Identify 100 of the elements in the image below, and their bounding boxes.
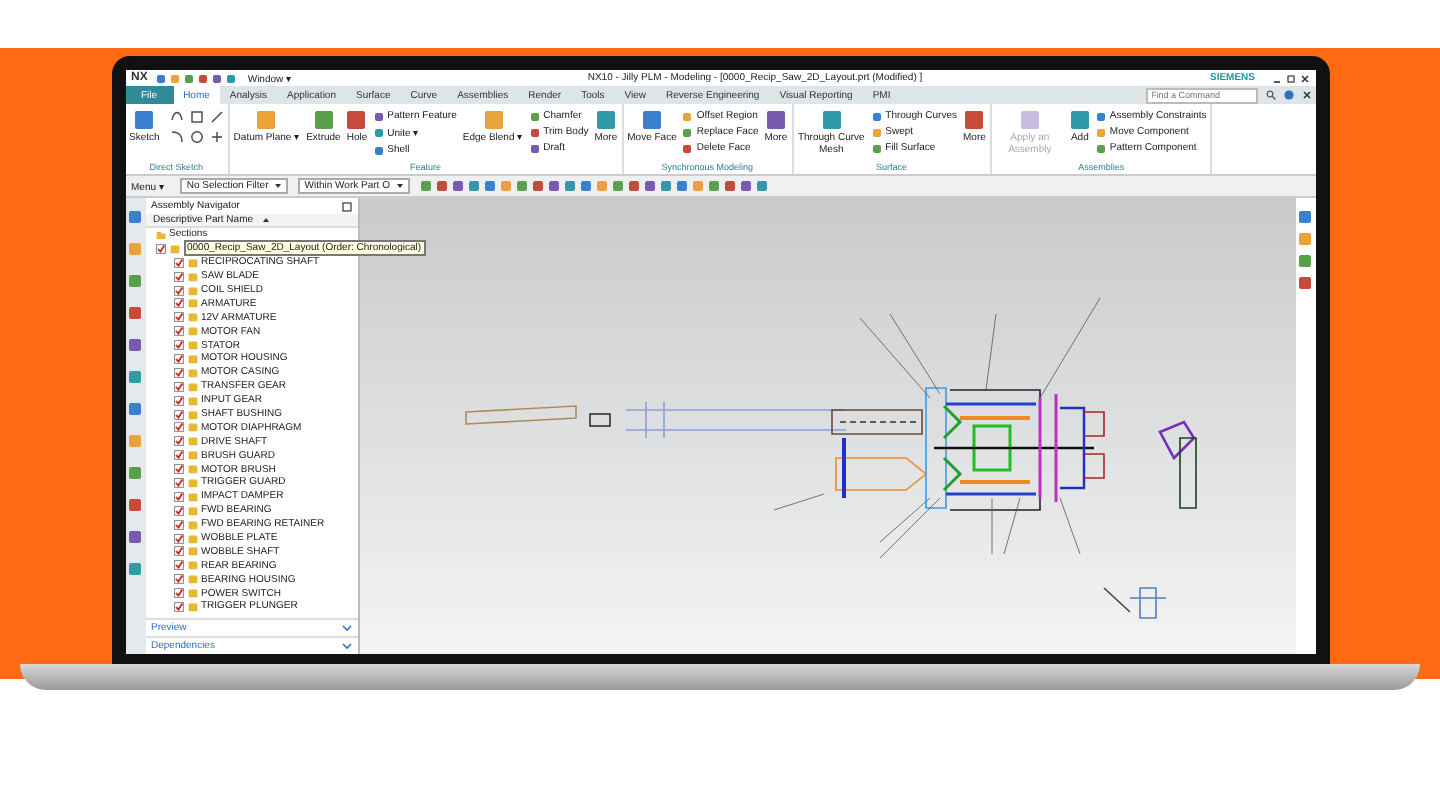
square-icon[interactable] — [373, 145, 384, 155]
maximize-icon[interactable] — [341, 201, 351, 211]
square-icon[interactable] — [1069, 110, 1090, 130]
square-icon[interactable] — [675, 180, 688, 192]
line-icon[interactable] — [209, 110, 224, 124]
square-icon[interactable] — [128, 466, 142, 480]
checkbox[interactable] — [173, 588, 183, 599]
checkbox[interactable] — [173, 285, 183, 295]
checkbox[interactable] — [173, 422, 183, 433]
square-icon[interactable] — [128, 306, 142, 320]
square-icon[interactable] — [128, 402, 142, 416]
square-icon[interactable] — [547, 180, 560, 192]
square-icon[interactable] — [611, 180, 624, 192]
arc-icon[interactable] — [169, 110, 184, 124]
square-icon[interactable] — [128, 210, 142, 224]
square-icon[interactable] — [1298, 254, 1312, 268]
square-icon[interactable] — [373, 128, 384, 138]
checkbox[interactable] — [173, 340, 183, 351]
square-icon[interactable] — [682, 143, 693, 153]
square-icon[interactable] — [1095, 143, 1106, 153]
square-icon[interactable] — [128, 274, 142, 288]
square-icon[interactable] — [739, 180, 752, 192]
checkbox[interactable] — [173, 491, 183, 502]
rectangle-icon[interactable] — [189, 110, 204, 124]
square-icon[interactable] — [313, 110, 334, 130]
checkbox[interactable] — [173, 546, 183, 557]
checkbox[interactable] — [173, 271, 183, 282]
square-icon[interactable] — [128, 498, 142, 512]
square-icon[interactable] — [197, 73, 208, 83]
checkbox[interactable] — [173, 257, 183, 268]
square-icon[interactable] — [682, 127, 693, 137]
square-icon[interactable] — [529, 111, 540, 121]
checkbox[interactable] — [173, 395, 183, 406]
square-icon[interactable] — [871, 143, 882, 153]
square-icon[interactable] — [128, 530, 142, 544]
square-icon[interactable] — [183, 73, 194, 83]
square-icon[interactable] — [515, 180, 528, 192]
checkbox[interactable] — [173, 464, 183, 475]
square-icon[interactable] — [1298, 210, 1312, 224]
checkbox[interactable] — [173, 477, 183, 488]
checkbox[interactable] — [173, 519, 183, 530]
checkbox[interactable] — [155, 243, 165, 254]
checkbox[interactable] — [173, 533, 183, 544]
checkbox[interactable] — [173, 436, 183, 447]
close-icon[interactable] — [1299, 73, 1309, 83]
square-icon[interactable] — [128, 562, 142, 576]
square-icon[interactable] — [871, 111, 882, 121]
help-icon[interactable] — [1283, 90, 1293, 100]
square-icon[interactable] — [1095, 111, 1106, 121]
square-icon[interactable] — [723, 180, 736, 192]
checkbox[interactable] — [173, 353, 183, 364]
sort-icon[interactable] — [261, 216, 270, 224]
checkbox[interactable] — [173, 450, 183, 461]
checkbox[interactable] — [173, 381, 183, 392]
square-icon[interactable] — [579, 180, 592, 192]
square-icon[interactable] — [755, 180, 768, 192]
checkbox[interactable] — [173, 367, 183, 378]
caret-icon[interactable] — [395, 182, 404, 190]
search-icon[interactable] — [1265, 90, 1275, 100]
square-icon[interactable] — [419, 180, 432, 192]
square-icon[interactable] — [642, 110, 662, 130]
square-icon[interactable] — [964, 110, 985, 130]
square-icon[interactable] — [643, 180, 656, 192]
maximize-icon[interactable] — [1285, 73, 1295, 83]
square-icon[interactable] — [346, 110, 367, 130]
plus-icon[interactable] — [209, 130, 224, 144]
square-icon[interactable] — [128, 370, 142, 384]
square-icon[interactable] — [155, 73, 166, 83]
checkbox[interactable] — [173, 574, 183, 585]
square-icon[interactable] — [225, 73, 236, 83]
square-icon[interactable] — [373, 111, 384, 121]
curve-icon[interactable] — [169, 130, 184, 144]
square-icon[interactable] — [659, 180, 672, 192]
checkbox[interactable] — [173, 505, 183, 516]
square-icon[interactable] — [707, 180, 720, 192]
checkbox[interactable] — [173, 601, 183, 612]
square-icon[interactable] — [134, 110, 155, 130]
square-icon[interactable] — [1298, 276, 1312, 290]
square-icon[interactable] — [483, 180, 496, 192]
caret-icon[interactable] — [274, 182, 283, 190]
square-icon[interactable] — [765, 110, 786, 130]
square-icon[interactable] — [435, 180, 448, 192]
square-icon[interactable] — [128, 338, 142, 352]
circle-icon[interactable] — [189, 130, 204, 144]
checkbox[interactable] — [173, 560, 183, 571]
square-icon[interactable] — [211, 73, 222, 83]
square-icon[interactable] — [627, 180, 640, 192]
square-icon[interactable] — [467, 180, 480, 192]
square-icon[interactable] — [821, 110, 842, 130]
square-icon[interactable] — [529, 127, 540, 137]
close-icon[interactable] — [1301, 90, 1311, 100]
square-icon[interactable] — [451, 180, 464, 192]
square-icon[interactable] — [595, 110, 616, 130]
checkbox[interactable] — [173, 298, 183, 309]
checkbox[interactable] — [173, 326, 183, 337]
square-icon[interactable] — [531, 180, 544, 192]
checkbox[interactable] — [173, 409, 183, 420]
square-icon[interactable] — [563, 180, 576, 192]
checkbox[interactable] — [173, 312, 183, 323]
square-icon[interactable] — [529, 143, 540, 153]
